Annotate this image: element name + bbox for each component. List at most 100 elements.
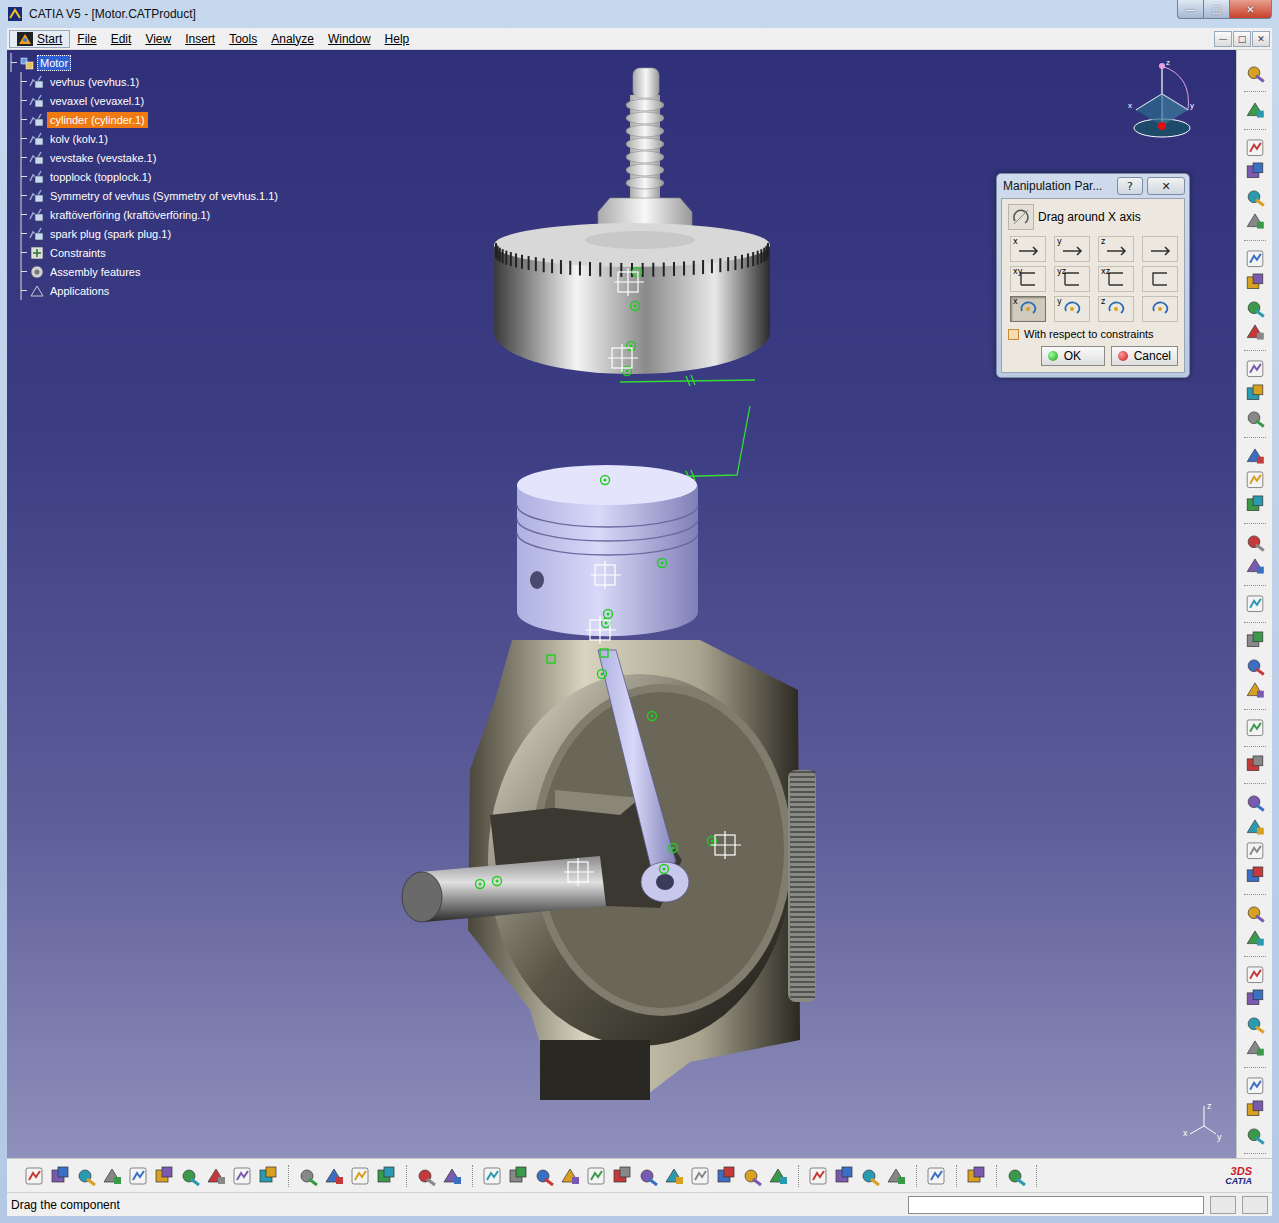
toolbar-tool-icon[interactable] (1244, 840, 1266, 861)
menu-item[interactable]: Help (378, 31, 417, 47)
window-control-button[interactable]: ✕ (1229, 0, 1272, 19)
toolbar-tool-icon[interactable] (101, 1165, 123, 1187)
toolbar-tool-icon[interactable] (323, 1165, 345, 1187)
menu-item[interactable]: View (138, 31, 178, 47)
toolbar-tool-icon[interactable] (23, 1165, 45, 1187)
command-field[interactable] (908, 1196, 1204, 1214)
toolbar-tool-icon[interactable] (375, 1165, 397, 1187)
tree-item[interactable]: vevstake (vevstake.1) (9, 148, 281, 167)
window-control-button[interactable]: — (1177, 0, 1204, 19)
toolbar-tool-icon[interactable] (257, 1165, 279, 1187)
toolbar-tool-icon[interactable] (1005, 1165, 1027, 1187)
constraints-checkbox[interactable]: With respect to constraints (1008, 328, 1178, 340)
toolbar-tool-icon[interactable] (637, 1165, 659, 1187)
tree-item[interactable]: kraftöverföring (kraftöverföring.1) (9, 205, 281, 224)
toolbar-tool-icon[interactable] (1244, 1013, 1266, 1034)
toolbar-tool-icon[interactable] (1244, 531, 1266, 552)
document-control-button[interactable]: ✕ (1252, 31, 1270, 47)
manipulation-button[interactable]: x (1010, 236, 1046, 262)
toolbar-tool-icon[interactable] (1244, 717, 1266, 738)
toolbar-tool-icon[interactable] (297, 1165, 319, 1187)
manipulation-button[interactable]: y (1054, 236, 1090, 262)
tree-item[interactable]: Constraints (9, 243, 281, 262)
manipulation-button[interactable]: y (1054, 296, 1090, 322)
toolbar-tool-icon[interactable] (49, 1165, 71, 1187)
manipulation-button[interactable] (1142, 266, 1178, 292)
spark-plug[interactable] (598, 68, 692, 228)
close-button[interactable]: ✕ (1147, 177, 1185, 195)
toolbar-tool-icon[interactable] (689, 1165, 711, 1187)
status-button[interactable] (1210, 1196, 1236, 1214)
tree-item[interactable]: Assembly features (9, 262, 281, 281)
toolbar-tool-icon[interactable] (663, 1165, 685, 1187)
toolbar-tool-icon[interactable] (715, 1165, 737, 1187)
toolbar-tool-icon[interactable] (1244, 927, 1266, 948)
toolbar-tool-icon[interactable] (965, 1165, 987, 1187)
connecting-rod[interactable] (598, 650, 689, 902)
toolbar-tool-icon[interactable] (885, 1165, 907, 1187)
crankshaft[interactable] (402, 856, 606, 922)
toolbar-tool-icon[interactable] (533, 1165, 555, 1187)
tree-item[interactable]: vevaxel (vevaxel.1) (9, 91, 281, 110)
toolbar-tool-icon[interactable] (507, 1165, 529, 1187)
tree-item[interactable]: cylinder (cylinder.1) (9, 110, 281, 129)
toolbar-tool-icon[interactable] (1244, 1124, 1266, 1145)
manipulation-button[interactable] (1142, 236, 1178, 262)
tree-item[interactable]: topplock (topplock.1) (9, 167, 281, 186)
toolbar-tool-icon[interactable] (741, 1165, 763, 1187)
toolbar-tool-icon[interactable] (1244, 630, 1266, 651)
toolbar-tool-icon[interactable] (1244, 1037, 1266, 1058)
tree-item[interactable]: Symmetry of vevhus (Symmetry of vevhus.1… (9, 186, 281, 205)
manipulation-button[interactable]: xz (1098, 266, 1134, 292)
toolbar-tool-icon[interactable] (1244, 297, 1266, 318)
toolbar-tool-icon[interactable] (1244, 1075, 1266, 1096)
cylinder-head[interactable] (494, 223, 770, 374)
manipulation-button[interactable]: yz (1054, 266, 1090, 292)
status-button[interactable] (1242, 1196, 1268, 1214)
menu-item[interactable]: Edit (104, 31, 139, 47)
toolbar-tool-icon[interactable] (1244, 321, 1266, 342)
help-button[interactable]: ? (1117, 177, 1143, 195)
manipulation-button[interactable]: z (1098, 236, 1134, 262)
cancel-button[interactable]: Cancel (1111, 346, 1178, 366)
toolbar-tool-icon[interactable] (1244, 555, 1266, 576)
3d-viewport[interactable]: Motorvevhus (vevhus.1)vevaxel (vevaxel.1… (7, 50, 1236, 1158)
manipulation-button[interactable]: xy (1010, 266, 1046, 292)
toolbar-tool-icon[interactable] (481, 1165, 503, 1187)
toolbar-tool-icon[interactable] (1244, 988, 1266, 1009)
toolbar-tool-icon[interactable] (585, 1165, 607, 1187)
toolbar-tool-icon[interactable] (1244, 272, 1266, 293)
title-bar[interactable]: CATIA V5 - [Motor.CATProduct]—□✕ (7, 0, 1272, 28)
toolbar-tool-icon[interactable] (415, 1165, 437, 1187)
toolbar-tool-icon[interactable] (1244, 62, 1266, 83)
menu-item[interactable]: Analyze (264, 31, 321, 47)
tree-item[interactable]: Motor (9, 53, 281, 72)
toolbar-tool-icon[interactable] (611, 1165, 633, 1187)
toolbar-tool-icon[interactable] (925, 1165, 947, 1187)
manipulation-button[interactable]: x (1010, 296, 1046, 322)
toolbar-tool-icon[interactable] (1244, 186, 1266, 207)
tree-item[interactable]: kolv (kolv.1) (9, 129, 281, 148)
toolbar-tool-icon[interactable] (231, 1165, 253, 1187)
document-control-button[interactable]: □ (1233, 31, 1251, 47)
toolbar-tool-icon[interactable] (127, 1165, 149, 1187)
toolbar-tool-icon[interactable] (807, 1165, 829, 1187)
toolbar-tool-icon[interactable] (859, 1165, 881, 1187)
toolbar-tool-icon[interactable] (1244, 161, 1266, 182)
toolbar-tool-icon[interactable] (1244, 655, 1266, 676)
menu-item[interactable]: Tools (222, 31, 264, 47)
piston[interactable] (517, 465, 698, 636)
toolbar-tool-icon[interactable] (559, 1165, 581, 1187)
toolbar-tool-icon[interactable] (767, 1165, 789, 1187)
toolbar-tool-icon[interactable] (1244, 816, 1266, 837)
toolbar-tool-icon[interactable] (1244, 964, 1266, 985)
toolbar-tool-icon[interactable] (1244, 99, 1266, 120)
toolbar-tool-icon[interactable] (441, 1165, 463, 1187)
manipulation-button[interactable]: z (1098, 296, 1134, 322)
toolbar-tool-icon[interactable] (1244, 791, 1266, 812)
toolbar-tool-icon[interactable] (1244, 248, 1266, 269)
tree-item[interactable]: vevhus (vevhus.1) (9, 72, 281, 91)
toolbar-tool-icon[interactable] (179, 1165, 201, 1187)
toolbar-tool-icon[interactable] (349, 1165, 371, 1187)
menu-item[interactable]: File (70, 31, 103, 47)
